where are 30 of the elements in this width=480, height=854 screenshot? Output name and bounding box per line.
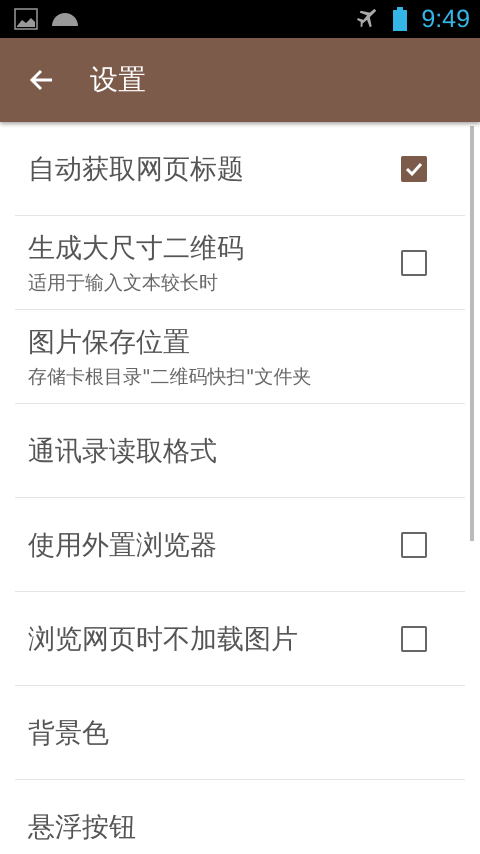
- settings-row[interactable]: 浏览网页时不加载图片: [15, 592, 465, 686]
- setting-title: 使用外置浏览器: [28, 528, 218, 562]
- checkbox[interactable]: [401, 532, 427, 558]
- back-button[interactable]: [28, 68, 54, 92]
- checkbox[interactable]: [401, 250, 427, 276]
- setting-title: 自动获取网页标题: [28, 152, 245, 186]
- setting-title: 通讯录读取格式: [28, 434, 218, 468]
- setting-title: 图片保存位置: [28, 326, 191, 360]
- battery-icon: [393, 7, 408, 31]
- settings-row[interactable]: 通讯录读取格式: [15, 404, 465, 498]
- back-arrow-icon: [28, 68, 54, 92]
- scrollbar[interactable]: [470, 126, 474, 541]
- setting-summary: 适用于输入文本较长时: [28, 270, 219, 296]
- setting-summary: 存储卡根目录"二维码快扫"文件夹: [28, 364, 312, 390]
- checkbox[interactable]: [401, 626, 427, 652]
- clock-time: 9:49: [421, 4, 470, 34]
- setting-title: 背景色: [28, 716, 110, 750]
- setting-title: 生成大尺寸二维码: [28, 232, 245, 266]
- settings-row[interactable]: 使用外置浏览器: [15, 498, 465, 592]
- settings-row[interactable]: 背景色: [15, 686, 465, 780]
- settings-row[interactable]: 悬浮按钮: [15, 780, 465, 854]
- settings-row[interactable]: 自动获取网页标题: [15, 122, 465, 216]
- airplane-icon: [357, 8, 380, 30]
- settings-row[interactable]: 生成大尺寸二维码 适用于输入文本较长时: [15, 216, 465, 310]
- settings-row[interactable]: 图片保存位置 存储卡根目录"二维码快扫"文件夹: [15, 310, 465, 404]
- screen-title: 设置: [90, 62, 146, 98]
- checkbox[interactable]: [401, 156, 427, 182]
- setting-title: 悬浮按钮: [28, 810, 137, 844]
- image-icon: [14, 8, 38, 30]
- setting-title: 浏览网页时不加载图片: [28, 622, 299, 656]
